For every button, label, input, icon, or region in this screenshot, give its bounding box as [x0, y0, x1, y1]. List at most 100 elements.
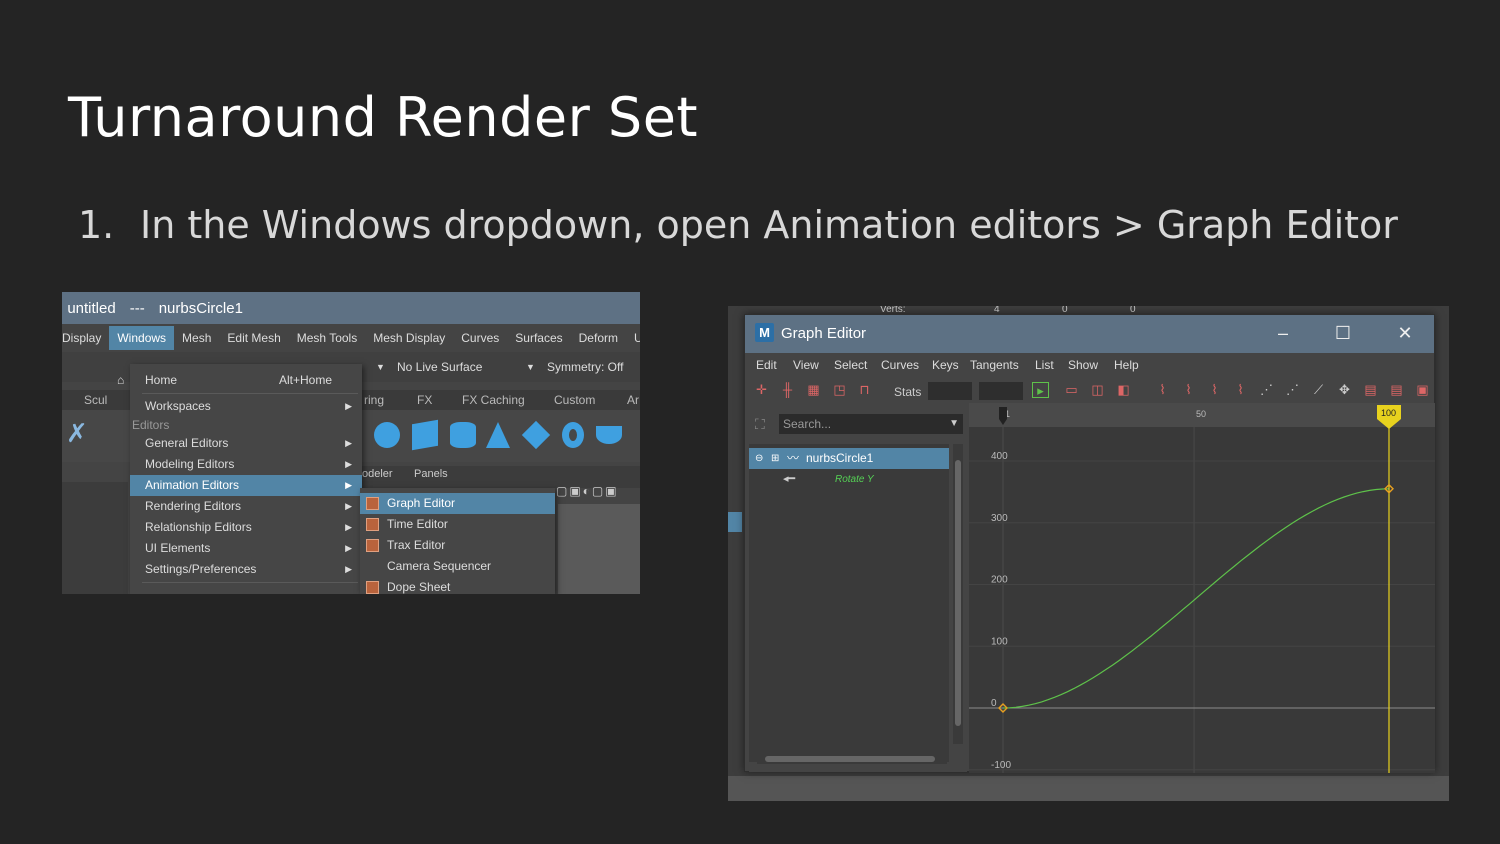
menu-item-home[interactable]: ⌂ Home Alt+Home [117, 370, 362, 391]
menu-item-rendering-editors[interactable]: Rendering Editors ▶ [130, 496, 362, 517]
move-key-icon[interactable]: ✛ [753, 382, 770, 398]
chevron-down-icon[interactable]: ▼ [949, 414, 959, 434]
trax-icon[interactable]: ▤ [1388, 382, 1405, 398]
symmetry-field[interactable]: Symmetry: Off [547, 360, 623, 374]
expand-icon[interactable]: ⊖ [755, 448, 763, 469]
break-tangents-icon[interactable]: ⟋ [1310, 382, 1327, 398]
lattice-icon[interactable]: ▦ [805, 382, 822, 398]
menu-item-general-editors[interactable]: General Editors ▶ [130, 433, 362, 454]
tangent-linear-icon[interactable]: ⌇ [1206, 382, 1223, 398]
menu-curves[interactable]: Curves [453, 331, 507, 345]
menu-surfaces[interactable]: Surfaces [507, 331, 570, 345]
menu-item-label: Time Editor [387, 517, 448, 531]
stats-time-field[interactable] [928, 382, 972, 400]
tangent-spline-icon[interactable]: ⌇ [1154, 382, 1171, 398]
panel-menu-panels[interactable]: Panels [414, 468, 448, 480]
chevron-down-icon[interactable]: ▼ [376, 362, 385, 372]
menu-list[interactable]: List [1035, 358, 1054, 372]
curve-graph[interactable]: 400 300 200 100 0 -100 1 50 100 [969, 403, 1435, 773]
menu-edit-mesh[interactable]: Edit Mesh [219, 331, 288, 345]
menu-item-trax-editor[interactable]: Trax Editor [360, 535, 555, 556]
shelf-tab-fx-caching[interactable]: FX Caching [462, 393, 525, 407]
viewport-icons[interactable]: ▢▣◐▢▣ [556, 484, 619, 498]
menu-item-animation-editors[interactable]: Animation Editors ▶ [130, 475, 362, 496]
submenu-arrow-icon: ▶ [345, 543, 352, 553]
bowl-icon[interactable] [596, 426, 622, 444]
menu-tangents[interactable]: Tangents [970, 358, 1019, 372]
insert-key-icon[interactable]: ╫ [779, 382, 796, 398]
menu-mesh-display[interactable]: Mesh Display [365, 331, 453, 345]
frame-playback-icon[interactable]: ◧ [1115, 382, 1132, 398]
menu-mesh[interactable]: Mesh [174, 331, 219, 345]
time-editor-icon[interactable]: ▣ [1414, 382, 1431, 398]
divider [142, 393, 358, 394]
menu-keys[interactable]: Keys [932, 358, 959, 372]
search-input[interactable]: Search... ▼ [779, 414, 963, 434]
torus-icon[interactable] [562, 422, 584, 448]
shelf-tab-arnold[interactable]: Ar [627, 393, 639, 407]
region-icon[interactable]: ◳ [831, 382, 848, 398]
menu-item-time-editor[interactable]: Time Editor [360, 514, 555, 535]
menu-item-label: Home [145, 373, 178, 387]
menu-select[interactable]: Select [834, 358, 867, 372]
panel-menu-renderer[interactable]: odeler [362, 468, 393, 480]
menu-windows[interactable]: Windows [109, 326, 175, 350]
live-surface-field[interactable]: No Live Surface [397, 360, 482, 374]
menu-help[interactable]: Help [1114, 358, 1139, 372]
collapse-icon[interactable]: ⊞ [771, 448, 779, 469]
value-tick-label: -100 [991, 760, 1011, 771]
sculpt-tool-icon[interactable]: ✗ [66, 418, 88, 449]
menu-item-label: UI Elements [145, 541, 211, 555]
cone-icon[interactable] [486, 422, 510, 448]
slide-title: Turnaround Render Set [68, 86, 699, 149]
frame-all-icon[interactable]: ▭ [1063, 382, 1080, 398]
minimize-icon[interactable]: – [1271, 323, 1295, 344]
node-name: nurbsCircle1 [806, 451, 874, 465]
outliner-node-row[interactable]: ⊖ ⊞ 〰 nurbsCircle1 [749, 448, 949, 469]
menu-uv[interactable]: UV [626, 331, 640, 345]
stats-value-field[interactable] [979, 382, 1023, 400]
shelf-tab-sculpting[interactable]: Scul [84, 393, 107, 407]
menu-item-modeling-editors[interactable]: Modeling Editors ▶ [130, 454, 362, 475]
search-placeholder: Search... [783, 417, 832, 431]
menu-item-camera-sequencer[interactable]: Camera Sequencer [360, 556, 555, 577]
frame-selection-icon[interactable]: ◫ [1089, 382, 1106, 398]
menu-view[interactable]: View [793, 358, 819, 372]
retime-icon[interactable]: ⊓ [856, 382, 873, 398]
shelf-tab-custom[interactable]: Custom [554, 393, 595, 407]
menu-item-label: Modeling Editors [145, 457, 235, 471]
menu-item-dope-sheet[interactable]: Dope Sheet [360, 577, 555, 594]
menu-mesh-tools[interactable]: Mesh Tools [289, 331, 365, 345]
move-icon[interactable]: ✥ [1336, 382, 1353, 398]
attribute-rotate-y[interactable]: Rotate Y [835, 474, 874, 485]
menu-item-workspaces[interactable]: Workspaces ▶ [130, 396, 362, 417]
menu-item-settings-preferences[interactable]: Settings/Preferences ▶ [130, 559, 362, 580]
graph-editor-title-bar[interactable]: M Graph Editor – ☐ ✕ [745, 315, 1434, 353]
cylinder-icon[interactable] [450, 422, 476, 448]
menu-deform[interactable]: Deform [571, 331, 626, 345]
plane-icon[interactable] [521, 420, 551, 450]
maximize-icon[interactable]: ☐ [1331, 323, 1355, 344]
menu-item-ui-elements[interactable]: UI Elements ▶ [130, 538, 362, 559]
menu-edit[interactable]: Edit [756, 358, 777, 372]
tangent-flat-icon[interactable]: ⌇ [1232, 382, 1249, 398]
dope-sheet-icon[interactable]: ▤ [1362, 382, 1379, 398]
outliner-vertical-scrollbar[interactable] [953, 444, 963, 744]
menu-item-graph-editor[interactable]: Graph Editor [360, 493, 555, 514]
tangent-plateau-icon[interactable]: ⋰ [1284, 382, 1301, 398]
tangent-step-icon[interactable]: ⋰ [1258, 382, 1275, 398]
tangent-clamped-icon[interactable]: ⌇ [1180, 382, 1197, 398]
menu-item-relationship-editors[interactable]: Relationship Editors ▶ [130, 517, 362, 538]
outliner-horizontal-scrollbar[interactable] [757, 754, 947, 764]
close-icon[interactable]: ✕ [1393, 323, 1417, 344]
auto-frame-icon[interactable]: ▸ [1032, 382, 1049, 398]
sphere-icon[interactable] [374, 422, 400, 448]
chevron-down-icon[interactable]: ▼ [526, 362, 535, 372]
filter-icon[interactable]: ⛶ [755, 416, 765, 433]
cube-icon[interactable] [412, 419, 438, 451]
menu-display[interactable]: Display [62, 331, 109, 345]
menu-show[interactable]: Show [1068, 358, 1098, 372]
menu-curves[interactable]: Curves [881, 358, 919, 372]
shelf-tab-rendering[interactable]: ring [364, 393, 384, 407]
shelf-tab-fx[interactable]: FX [417, 393, 432, 407]
